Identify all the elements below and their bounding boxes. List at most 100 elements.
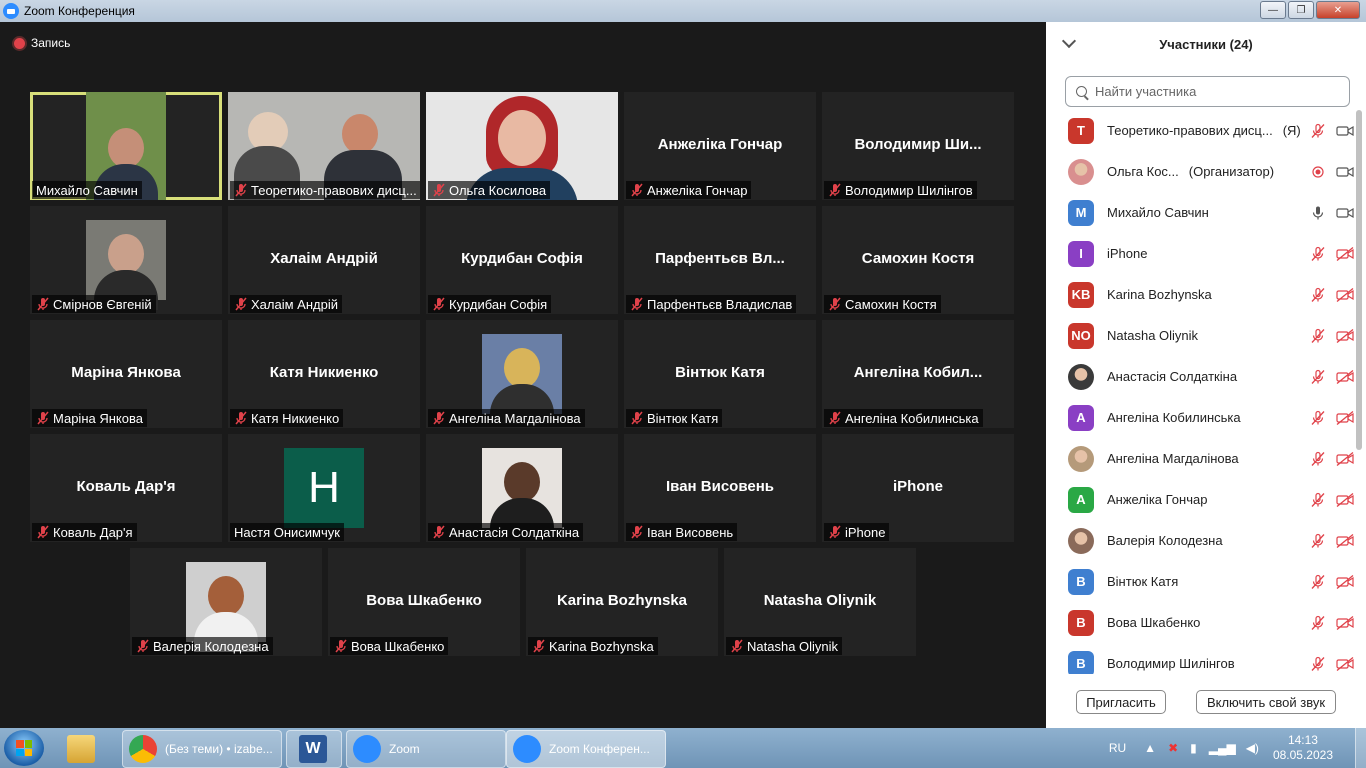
- participant-row[interactable]: Ольга Кос... (Организатор): [1046, 151, 1354, 192]
- participant-row[interactable]: IiPhone: [1046, 233, 1354, 274]
- participant-row[interactable]: B Вінтюк Катя: [1046, 561, 1354, 602]
- tile-name-label: Смірнов Євгеній: [32, 295, 156, 313]
- video-tile[interactable]: Халаім Андрій Халаім Андрій: [228, 206, 420, 314]
- participant-avatar: [1068, 445, 1094, 472]
- video-tile[interactable]: Валерія Колодезна: [130, 548, 322, 656]
- muted-mic-icon[interactable]: [1310, 246, 1326, 262]
- participant-name: Теоретико-правових дисц...: [1107, 123, 1273, 138]
- video-tile[interactable]: Natasha Oliynik Natasha Oliynik: [724, 548, 916, 656]
- participant-controls: [1310, 410, 1354, 426]
- video-tile[interactable]: Вінтюк Катя Вінтюк Катя: [624, 320, 816, 428]
- video-tile[interactable]: iPhone iPhone: [822, 434, 1014, 542]
- video-tile[interactable]: Теоретико-правових дисц...: [228, 92, 420, 200]
- muted-mic-icon[interactable]: [1310, 369, 1326, 385]
- participant-row[interactable]: T Теоретико-правових дисц... (Я): [1046, 110, 1354, 151]
- show-desktop-button[interactable]: [1355, 728, 1366, 768]
- video-tile[interactable]: H Настя Онисимчук: [228, 434, 420, 542]
- muted-mic-icon[interactable]: [1310, 492, 1326, 508]
- camera-off-icon[interactable]: [1336, 492, 1354, 508]
- video-tile[interactable]: Ольга Косилова: [426, 92, 618, 200]
- muted-mic-icon[interactable]: [1310, 410, 1326, 426]
- close-button[interactable]: ✕: [1316, 1, 1360, 19]
- camera-off-icon[interactable]: [1336, 615, 1354, 631]
- participant-row[interactable]: A Анжеліка Гончар: [1046, 479, 1354, 520]
- participant-row[interactable]: Валерія Колодезна: [1046, 520, 1354, 561]
- video-tile[interactable]: Ангеліна Кобил... Ангеліна Кобилинська: [822, 320, 1014, 428]
- muted-mic-icon[interactable]: [1310, 574, 1326, 590]
- participant-row[interactable]: KB Karina Bozhynska: [1046, 274, 1354, 315]
- battery-icon[interactable]: ▮: [1190, 741, 1197, 755]
- muted-mic-icon[interactable]: [1310, 533, 1326, 549]
- video-tile[interactable]: Смірнов Євгеній: [30, 206, 222, 314]
- file-explorer-taskbar-button[interactable]: [60, 730, 116, 768]
- participant-row[interactable]: B Володимир Шилінгов: [1046, 643, 1354, 674]
- muted-mic-icon[interactable]: [1310, 123, 1326, 139]
- network-warning-icon[interactable]: ✖: [1168, 741, 1178, 755]
- video-tile[interactable]: Анастасія Солдаткіна: [426, 434, 618, 542]
- video-tile[interactable]: Самохин Костя Самохин Костя: [822, 206, 1014, 314]
- video-tile[interactable]: Ангеліна Магдалінова: [426, 320, 618, 428]
- tray-expand-icon[interactable]: ▲: [1144, 741, 1156, 755]
- taskbar-app-zoom-meeting[interactable]: Zoom Конферен...: [506, 730, 666, 768]
- language-indicator[interactable]: RU: [1109, 741, 1126, 755]
- video-tile[interactable]: Karina Bozhynska Karina Bozhynska: [526, 548, 718, 656]
- zoom-logo-icon: [3, 3, 19, 19]
- participant-search-input[interactable]: Найти участника: [1065, 76, 1350, 107]
- tile-name: Ангеліна Магдалінова: [449, 410, 581, 426]
- video-tile[interactable]: Вова Шкабенко Вова Шкабенко: [328, 548, 520, 656]
- camera-off-icon[interactable]: [1336, 451, 1354, 467]
- muted-mic-icon[interactable]: [1310, 615, 1326, 631]
- recording-indicator[interactable]: Запись: [14, 36, 70, 50]
- video-tile[interactable]: Коваль Дар'я Коваль Дар'я: [30, 434, 222, 542]
- participant-row[interactable]: NO Natasha Oliynik: [1046, 315, 1354, 356]
- collapse-chevron-icon[interactable]: [1061, 33, 1077, 49]
- video-tile[interactable]: Михайло Савчин: [30, 92, 222, 200]
- video-tile[interactable]: Володимир Ши... Володимир Шилінгов: [822, 92, 1014, 200]
- taskbar-app-word[interactable]: W: [286, 730, 342, 768]
- camera-off-icon[interactable]: [1336, 410, 1354, 426]
- muted-mic-icon[interactable]: [1310, 451, 1326, 467]
- tile-name: Парфентьєв Владислав: [647, 296, 793, 312]
- maximize-button[interactable]: ❐: [1288, 1, 1314, 19]
- camera-off-icon[interactable]: [1336, 574, 1354, 590]
- participant-row[interactable]: Анастасія Солдаткіна: [1046, 356, 1354, 397]
- volume-icon[interactable]: ◀): [1246, 741, 1259, 755]
- camera-off-icon[interactable]: [1336, 656, 1354, 672]
- taskbar-app-chrome[interactable]: (Без теми) • izabe...: [122, 730, 282, 768]
- camera-off-icon[interactable]: [1336, 328, 1354, 344]
- camera-off-icon[interactable]: [1336, 533, 1354, 549]
- signal-icon[interactable]: ▂▄▆: [1209, 741, 1236, 755]
- invite-button[interactable]: Пригласить: [1076, 690, 1166, 714]
- participant-list-scrollbar[interactable]: [1356, 110, 1362, 450]
- minimize-button[interactable]: —: [1260, 1, 1286, 19]
- participant-row[interactable]: A Ангеліна Кобилинська: [1046, 397, 1354, 438]
- clock[interactable]: 14:13 08.05.2023: [1273, 733, 1333, 763]
- participant-row[interactable]: M Михайло Савчин: [1046, 192, 1354, 233]
- tile-name-label: Ангеліна Магдалінова: [428, 409, 585, 427]
- zoom-icon: [513, 735, 541, 763]
- camera-icon[interactable]: [1336, 205, 1354, 221]
- camera-off-icon[interactable]: [1336, 287, 1354, 303]
- muted-mic-icon[interactable]: [1310, 656, 1326, 672]
- taskbar-app-zoom[interactable]: Zoom: [346, 730, 506, 768]
- mic-icon[interactable]: [1310, 205, 1326, 221]
- camera-icon[interactable]: [1336, 164, 1354, 180]
- video-tile[interactable]: Анжеліка Гончар Анжеліка Гончар: [624, 92, 816, 200]
- video-tile[interactable]: Парфентьєв Вл... Парфентьєв Владислав: [624, 206, 816, 314]
- participant-row[interactable]: B Вова Шкабенко: [1046, 602, 1354, 643]
- camera-off-icon[interactable]: [1336, 369, 1354, 385]
- muted-mic-icon[interactable]: [1310, 328, 1326, 344]
- video-tile[interactable]: Катя Никиенко Катя Никиенко: [228, 320, 420, 428]
- unmute-self-button[interactable]: Включить свой звук: [1196, 690, 1336, 714]
- camera-off-icon[interactable]: [1336, 246, 1354, 262]
- tile-name-label: Вова Шкабенко: [330, 637, 449, 655]
- video-tile[interactable]: Курдибан Софія Курдибан Софія: [426, 206, 618, 314]
- video-tile[interactable]: Маріна Янкова Маріна Янкова: [30, 320, 222, 428]
- tile-name: Karina Bozhynska: [549, 638, 654, 654]
- muted-mic-icon[interactable]: [1310, 287, 1326, 303]
- camera-icon[interactable]: [1336, 123, 1354, 139]
- participant-row[interactable]: Ангеліна Магдалінова: [1046, 438, 1354, 479]
- video-tile[interactable]: Іван Висовень Іван Висовень: [624, 434, 816, 542]
- muted-mic-icon: [335, 639, 347, 653]
- start-button[interactable]: [4, 730, 44, 766]
